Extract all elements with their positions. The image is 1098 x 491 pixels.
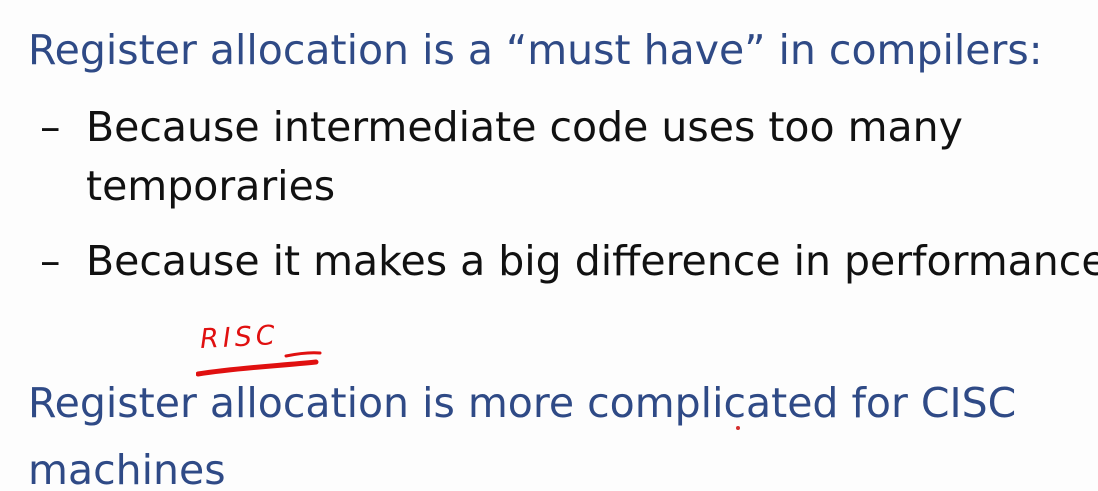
handwritten-annotation: RISC — [196, 320, 326, 382]
pen-dot-mark — [736, 426, 740, 430]
bullet-dash: – — [40, 237, 61, 285]
bullet-1-line-2: temporaries — [86, 162, 336, 210]
bullet-dash: – — [40, 103, 61, 151]
slide-heading-1: Register allocation is a “must have” in … — [28, 26, 1043, 74]
slide: Register allocation is a “must have” in … — [0, 0, 1098, 491]
bullet-2-line-1: Because it makes a big difference in per… — [86, 237, 1098, 285]
underline-stroke-icon — [196, 351, 322, 377]
bullet-1-line-1: Because intermediate code uses too many — [86, 103, 963, 151]
slide-heading-2-line-2: machines — [28, 446, 226, 491]
slide-heading-2-line-1: Register allocation is more complicated … — [28, 379, 1017, 427]
